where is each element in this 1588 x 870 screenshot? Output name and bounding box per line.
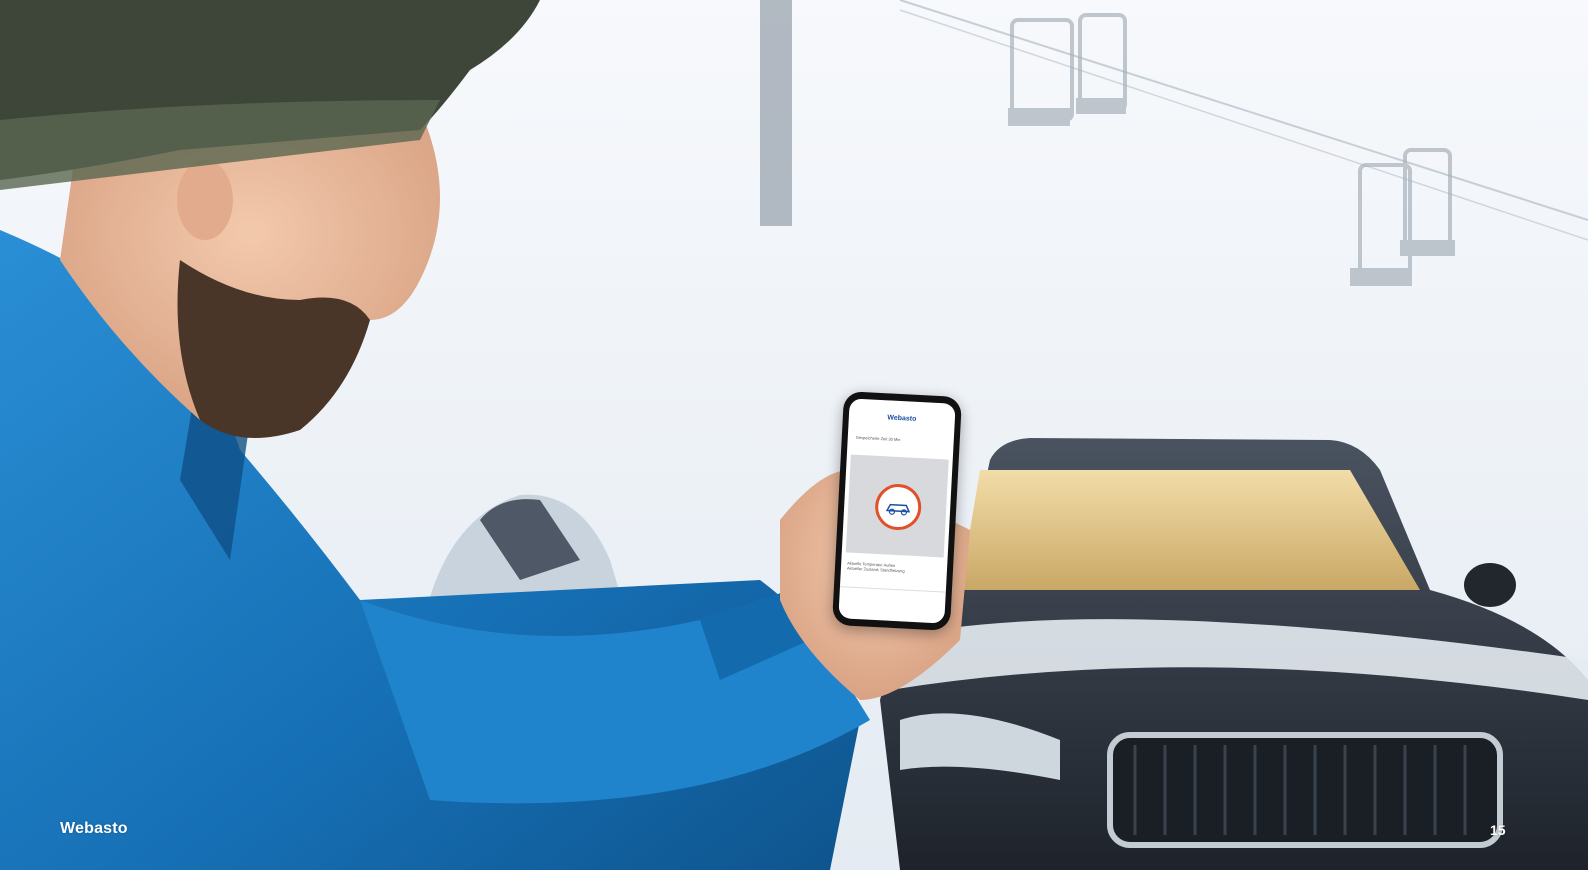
grille — [1107, 732, 1503, 848]
smartphone: Webasto Gespeicherte Zeit 30 Min Aktuell… — [831, 391, 963, 631]
windshield — [960, 470, 1420, 590]
phone-heater-ring — [874, 482, 923, 532]
car-icon — [885, 503, 911, 516]
background-illustration — [0, 0, 1588, 870]
phone-heater-label: Gespeicherte Zeit 30 Min — [855, 434, 901, 443]
phone-bottom-nav — [838, 586, 946, 613]
phone-screen: Webasto Gespeicherte Zeit 30 Min Aktuell… — [838, 398, 956, 624]
photo-scene — [0, 0, 1588, 870]
lift-pole — [760, 0, 792, 226]
page-number: 15 — [1490, 822, 1506, 838]
side-mirror — [1464, 563, 1516, 607]
phone-control-grid — [845, 454, 949, 558]
phone-app-logo: Webasto — [887, 414, 917, 423]
phone-footer: Aktuelle Temperatur Außen Aktueller Zust… — [847, 560, 905, 573]
brand-logo: Webasto — [60, 820, 128, 837]
